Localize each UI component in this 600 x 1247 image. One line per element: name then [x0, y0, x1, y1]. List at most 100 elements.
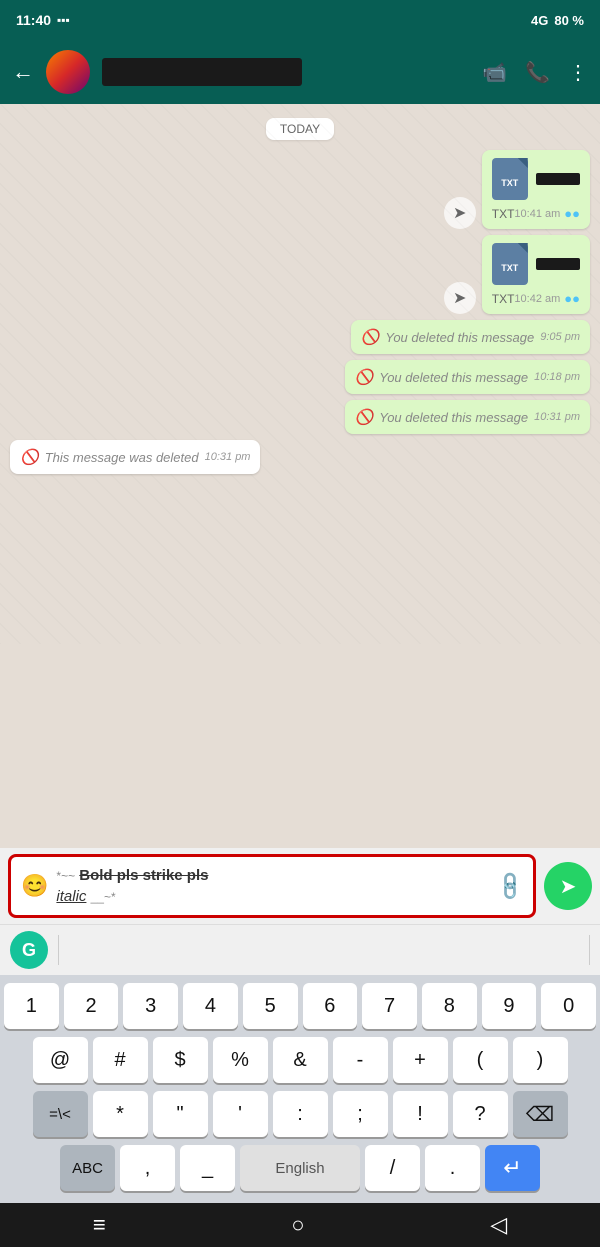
key-apostrophe[interactable]: ': [213, 1091, 268, 1137]
video-call-icon[interactable]: 📹: [482, 60, 507, 85]
file-icon-1: TXT: [492, 158, 528, 200]
send-icon: ➤: [560, 874, 577, 899]
battery: 80 %: [554, 13, 584, 28]
key-abc[interactable]: ABC: [60, 1145, 115, 1191]
read-ticks-2: ●●: [564, 291, 580, 306]
keyboard-row-symbols: @ # $ % & - + ( ): [4, 1037, 596, 1083]
deleted-time-received: 10:31 pm: [205, 451, 251, 463]
key-6[interactable]: 6: [303, 983, 358, 1029]
key-4[interactable]: 4: [183, 983, 238, 1029]
key-hash[interactable]: #: [93, 1037, 148, 1083]
message-row: 🚫 You deleted this message 10:31 pm: [10, 400, 590, 434]
deleted-text-3: You deleted this message: [379, 410, 528, 425]
key-quote[interactable]: ": [153, 1091, 208, 1137]
deleted-icon-1: 🚫: [361, 328, 380, 346]
forward-icon[interactable]: ➤: [444, 197, 476, 229]
deleted-text-1: You deleted this message: [385, 330, 534, 345]
key-symbols2[interactable]: =\<: [33, 1091, 88, 1137]
key-exclaim[interactable]: !: [393, 1091, 448, 1137]
deleted-icon-received: 🚫: [20, 448, 39, 466]
key-percent[interactable]: %: [213, 1037, 268, 1083]
file-bubble-1: TXT TXT 10:41 am ●●: [482, 150, 590, 229]
key-dollar[interactable]: $: [153, 1037, 208, 1083]
file-name-bar-1: [536, 173, 580, 185]
keyboard: 1 2 3 4 5 6 7 8 9 0 @ # $ % & - + ( ) =\…: [0, 975, 600, 1203]
chat-area: TODAY ➤ TXT TXT 10:41 am ●● ➤: [0, 104, 600, 644]
key-3[interactable]: 3: [123, 983, 178, 1029]
key-7[interactable]: 7: [362, 983, 417, 1029]
message-row: 🚫 You deleted this message 9:05 pm: [10, 320, 590, 354]
deleted-time-3: 10:31 pm: [534, 411, 580, 423]
deleted-bubble-3: 🚫 You deleted this message 10:31 pm: [345, 400, 590, 434]
grammarly-row: G: [0, 924, 600, 975]
divider-2: [589, 935, 590, 965]
key-colon[interactable]: :: [273, 1091, 328, 1137]
key-period[interactable]: .: [425, 1145, 480, 1191]
key-enter[interactable]: ↵: [485, 1145, 540, 1191]
time: 11:40: [16, 12, 51, 28]
status-right: 4G 80 %: [531, 13, 584, 28]
keyboard-row-numbers: 1 2 3 4 5 6 7 8 9 0: [4, 983, 596, 1029]
keyboard-row-misc: =\< * " ' : ; ! ? ⌫: [4, 1091, 596, 1137]
avatar[interactable]: [46, 50, 90, 94]
key-backspace[interactable]: ⌫: [513, 1091, 568, 1137]
file-name-bar-2: [536, 258, 580, 270]
key-question[interactable]: ?: [453, 1091, 508, 1137]
key-slash[interactable]: /: [365, 1145, 420, 1191]
deleted-time-2: 10:18 pm: [534, 371, 580, 383]
key-2[interactable]: 2: [64, 983, 119, 1029]
message-row: ➤ TXT TXT 10:41 am ●●: [10, 150, 590, 229]
format-marker-end: __~*: [91, 890, 116, 904]
deleted-bubble-2: 🚫 You deleted this message 10:18 pm: [345, 360, 590, 394]
signal-icon: ▪▪▪: [57, 13, 70, 27]
key-english[interactable]: English: [240, 1145, 360, 1191]
grammarly-label: G: [22, 940, 36, 961]
network-type: 4G: [531, 13, 548, 28]
message-input[interactable]: *~~ Bold pls strike pls italic __~*: [56, 865, 490, 907]
key-5[interactable]: 5: [243, 983, 298, 1029]
forward-icon-2[interactable]: ➤: [444, 282, 476, 314]
key-8[interactable]: 8: [422, 983, 477, 1029]
key-plus[interactable]: +: [393, 1037, 448, 1083]
today-label: TODAY: [10, 118, 590, 140]
message-row: 🚫 This message was deleted 10:31 pm: [10, 440, 590, 474]
key-at[interactable]: @: [33, 1037, 88, 1083]
timestamp-1: 10:41 am: [514, 208, 560, 220]
key-comma[interactable]: ,: [120, 1145, 175, 1191]
nav-back-icon[interactable]: ◁: [490, 1212, 507, 1238]
key-semicolon[interactable]: ;: [333, 1091, 388, 1137]
status-bar: 11:40 ▪▪▪ 4G 80 %: [0, 0, 600, 40]
header-icons: 📹 📞 ⋮: [482, 60, 588, 85]
key-0[interactable]: 0: [541, 983, 596, 1029]
key-asterisk[interactable]: *: [93, 1091, 148, 1137]
key-lparen[interactable]: (: [453, 1037, 508, 1083]
timestamp-2: 10:42 am: [514, 293, 560, 305]
back-button[interactable]: ←: [12, 59, 34, 85]
deleted-icon-2: 🚫: [355, 368, 374, 386]
file-meta-2: TXT 10:42 am ●●: [492, 291, 580, 306]
attachment-button[interactable]: 🔗: [493, 868, 528, 903]
message-row: 🚫 You deleted this message 10:18 pm: [10, 360, 590, 394]
contact-name: [102, 58, 302, 86]
key-underscore[interactable]: _: [180, 1145, 235, 1191]
key-minus[interactable]: -: [333, 1037, 388, 1083]
deleted-bubble-1: 🚫 You deleted this message 9:05 pm: [351, 320, 590, 354]
input-area: 😊 *~~ Bold pls strike pls italic __~* 🔗 …: [0, 848, 600, 1247]
message-input-container[interactable]: 😊 *~~ Bold pls strike pls italic __~* 🔗: [8, 854, 536, 918]
nav-home-icon[interactable]: ○: [291, 1212, 304, 1238]
key-9[interactable]: 9: [482, 983, 537, 1029]
message-row: ➤ TXT TXT 10:42 am ●●: [10, 235, 590, 314]
key-1[interactable]: 1: [4, 983, 59, 1029]
keyboard-row-bottom: ABC , _ English / . ↵: [4, 1145, 596, 1191]
grammarly-button[interactable]: G: [10, 931, 48, 969]
menu-icon[interactable]: ⋮: [568, 60, 588, 85]
deleted-text-received: This message was deleted: [45, 450, 199, 465]
divider-1: [58, 935, 59, 965]
key-ampersand[interactable]: &: [273, 1037, 328, 1083]
key-rparen[interactable]: ): [513, 1037, 568, 1083]
emoji-button[interactable]: 😊: [21, 873, 48, 899]
deleted-received-bubble: 🚫 This message was deleted 10:31 pm: [10, 440, 260, 474]
send-button[interactable]: ➤: [544, 862, 592, 910]
phone-icon[interactable]: 📞: [525, 60, 550, 85]
nav-menu-icon[interactable]: ≡: [93, 1212, 106, 1238]
